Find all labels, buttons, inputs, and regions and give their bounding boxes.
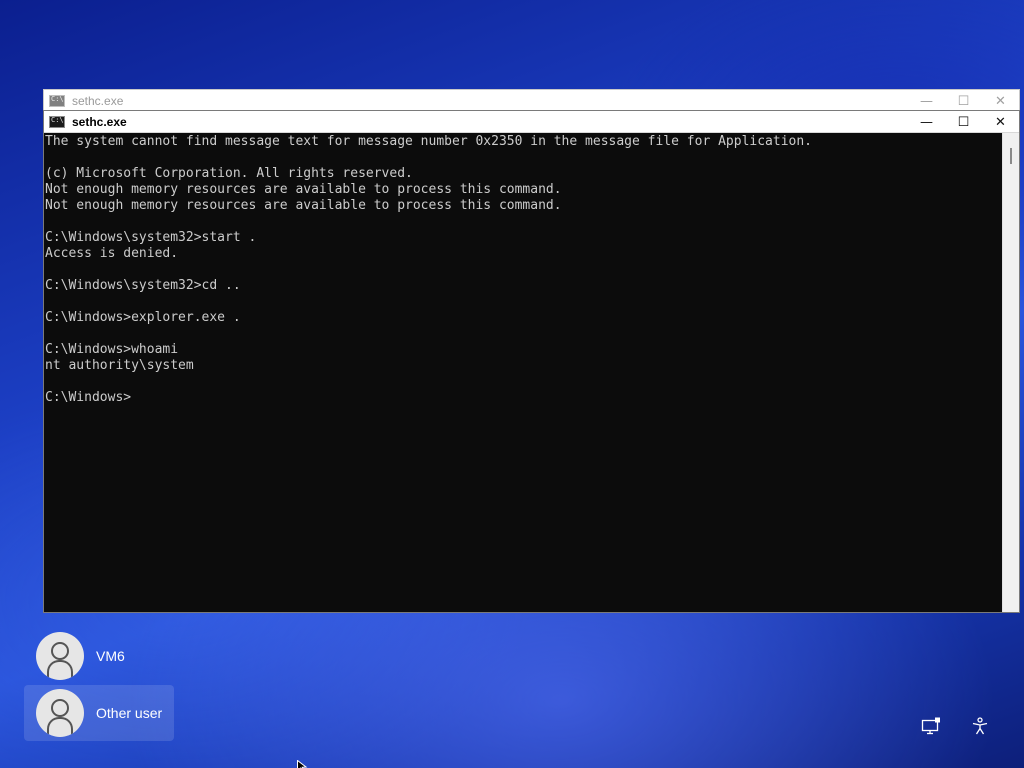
console-line: (c) Microsoft Corporation. All rights re…: [45, 166, 413, 181]
scrollbar-thumb[interactable]: [1010, 148, 1012, 164]
console-line: Not enough memory resources are availabl…: [45, 182, 562, 197]
console-line: C:\Windows>explorer.exe .: [45, 310, 241, 325]
console-app-icon: [49, 115, 65, 128]
console-line: C:\Windows>: [45, 390, 132, 405]
minimize-button[interactable]: —: [908, 111, 945, 133]
user-tile-other-user[interactable]: Other user: [24, 685, 174, 741]
background-console-window[interactable]: sethc.exe — ☐ ✕: [43, 89, 1020, 111]
user-name: VM6: [96, 648, 125, 664]
console-line: The system cannot find message text for …: [45, 134, 813, 149]
close-button[interactable]: ✕: [982, 111, 1019, 133]
console-line: C:\Windows\system32>cd ..: [45, 278, 241, 293]
maximize-button[interactable]: ☐: [945, 111, 982, 133]
user-name: Other user: [96, 705, 163, 721]
console-line: Access is denied.: [45, 246, 179, 261]
user-tile-vm6[interactable]: VM6: [24, 628, 174, 684]
console-line: Not enough memory resources are availabl…: [45, 198, 562, 213]
network-icon[interactable]: [920, 715, 942, 737]
mouse-cursor-icon: [297, 757, 309, 768]
user-avatar-icon: [36, 689, 84, 737]
title-bar[interactable]: sethc.exe — ☐ ✕: [44, 111, 1019, 133]
accessibility-icon[interactable]: [969, 715, 991, 737]
console-line: C:\Windows>whoami: [45, 342, 179, 357]
console-output[interactable]: The system cannot find message text for …: [44, 133, 1002, 612]
user-avatar-icon: [36, 632, 84, 680]
window-title: sethc.exe: [72, 114, 127, 129]
console-app-icon: [49, 95, 65, 107]
window-title: sethc.exe: [72, 94, 124, 108]
vertical-scrollbar[interactable]: [1002, 133, 1019, 612]
console-window[interactable]: sethc.exe — ☐ ✕ The system cannot find m…: [43, 110, 1020, 613]
console-line: nt authority\system: [45, 358, 194, 373]
console-line: C:\Windows\system32>start .: [45, 230, 257, 245]
title-bar[interactable]: sethc.exe — ☐ ✕: [44, 90, 1019, 112]
maximize-button[interactable]: ☐: [945, 90, 982, 112]
close-button[interactable]: ✕: [982, 90, 1019, 112]
minimize-button[interactable]: —: [908, 90, 945, 112]
